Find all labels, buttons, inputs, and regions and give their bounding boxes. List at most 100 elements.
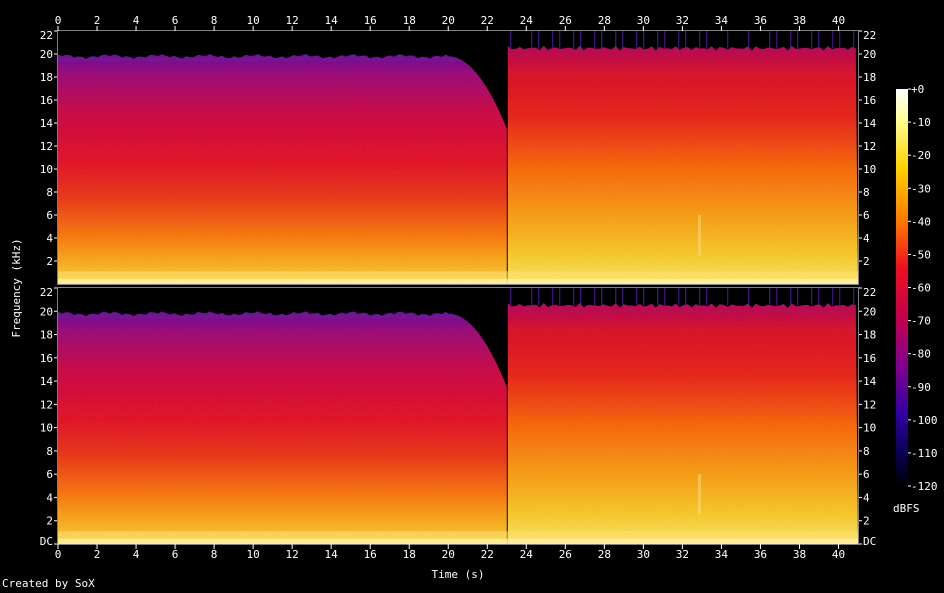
x-tick-label-top: 0 [55, 14, 62, 27]
y-tick-label-right: 8 [863, 186, 870, 199]
y-tick-label-right: 10 [863, 422, 876, 435]
channel-1-dc-band [58, 278, 858, 284]
footer-credit: Created by SoX [2, 577, 95, 590]
x-tick-label-bottom: 22 [481, 548, 494, 561]
y-tick-label-left: 16 [40, 94, 53, 107]
y-tick-label-left: 18 [40, 329, 53, 342]
y-tick-label-left: 6 [46, 468, 53, 481]
y-tick-label-left: 14 [40, 375, 54, 388]
x-tick-label-top: 8 [211, 14, 218, 27]
x-tick-label-bottom: 2 [94, 548, 101, 561]
channel-1-segment-b [507, 45, 858, 284]
x-tick-label-top: 12 [286, 14, 299, 27]
y-tick-label-right: 16 [863, 352, 876, 365]
y-tick-label-left: 8 [46, 186, 53, 199]
y-tick-label-right: 12 [863, 398, 876, 411]
x-tick-label-top: 38 [793, 14, 806, 27]
y-tick-label-left: 2 [46, 255, 53, 268]
y-tick-label-right: 18 [863, 329, 876, 342]
y-tick-label-left: 10 [40, 422, 53, 435]
x-tick-label-bottom: 0 [55, 548, 62, 561]
y-tick-label-left: 20 [40, 305, 53, 318]
y-tick-label-left: 22 [40, 29, 53, 42]
x-tick-label-top: 36 [754, 14, 767, 27]
y-tick-label-right: 4 [863, 232, 870, 245]
x-tick-label-bottom: 6 [172, 548, 179, 561]
y-tick-label-left: 12 [40, 398, 53, 411]
colorbar-tick-label: +0 [911, 83, 924, 96]
y-tick-label-left: 8 [46, 445, 53, 458]
x-tick-label-bottom: 28 [598, 548, 611, 561]
colorbar-tick-label: -70 [911, 315, 931, 328]
y-tick-label-left: 4 [46, 232, 53, 245]
x-tick-label-bottom: 8 [211, 548, 218, 561]
y-tick-label-left: 6 [46, 209, 53, 222]
colorbar-tick-label: -40 [911, 215, 931, 228]
x-tick-label-bottom: 4 [133, 548, 140, 561]
y-tick-label-left: 22 [40, 286, 53, 299]
x-tick-label-top: 24 [520, 14, 534, 27]
y-tick-label-right: 8 [863, 445, 870, 458]
colorbar-tick-label: -10 [911, 116, 931, 129]
y-tick-label-right: 20 [863, 305, 876, 318]
y-tick-label-left: 2 [46, 515, 53, 528]
colorbar-label: dBFS [893, 502, 920, 515]
channel-2-dc-band [58, 538, 858, 544]
x-tick-label-bottom: 40 [832, 548, 845, 561]
y-tick-label-right: DC [863, 535, 876, 548]
y-tick-label-left: 20 [40, 48, 53, 61]
x-tick-label-top: 34 [715, 14, 729, 27]
x-tick-label-bottom: 38 [793, 548, 806, 561]
y-tick-label-right: 22 [863, 286, 876, 299]
colorbar-tick-label: -110 [911, 447, 938, 460]
colorbar-tick-label: -100 [911, 414, 938, 427]
colorbar [896, 89, 908, 486]
y-tick-label-right: 10 [863, 163, 876, 176]
colorbar-tick-label: -30 [911, 182, 931, 195]
y-tick-label-right: 16 [863, 94, 876, 107]
x-tick-label-top: 20 [442, 14, 455, 27]
x-tick-label-top: 4 [133, 14, 140, 27]
x-tick-label-top: 22 [481, 14, 494, 27]
spectrogram-chart: 2 24 46 68 810 1012 1214 1416 1618 1820 2022 22DC DC… [10, 14, 938, 581]
x-tick-label-top: 6 [172, 14, 179, 27]
colorbar-tick-label: -120 [911, 480, 938, 493]
y-tick-label-left: 10 [40, 163, 53, 176]
channel-2-segment-b [507, 302, 858, 544]
y-tick-label-left: 18 [40, 71, 53, 84]
channel-1-segment-a [58, 53, 507, 284]
y-tick-label-right: 14 [863, 117, 877, 130]
y-tick-label-left: 16 [40, 352, 53, 365]
y-tick-label-right: 4 [863, 491, 870, 504]
x-tick-label-bottom: 26 [559, 548, 572, 561]
channel-2-panel [58, 288, 858, 544]
y-axis-label: Frequency (kHz) [10, 238, 23, 337]
y-tick-label-right: 6 [863, 468, 870, 481]
y-tick-label-left: DC [40, 535, 53, 548]
x-tick-label-top: 28 [598, 14, 611, 27]
x-tick-label-bottom: 10 [246, 548, 259, 561]
colorbar-tick-label: -60 [911, 282, 931, 295]
y-tick-label-right: 6 [863, 209, 870, 222]
x-tick-label-bottom: 20 [442, 548, 455, 561]
y-tick-label-right: 14 [863, 375, 877, 388]
y-tick-label-right: 2 [863, 515, 870, 528]
y-tick-label-right: 2 [863, 255, 870, 268]
x-tick-label-top: 30 [637, 14, 650, 27]
x-axis-label: Time (s) [432, 568, 485, 581]
channel-1-transient [698, 215, 701, 256]
colorbar-tick-label: -20 [911, 149, 931, 162]
y-tick-label-left: 14 [40, 117, 54, 130]
y-tick-label-right: 22 [863, 29, 876, 42]
colorbar-tick-label: -80 [911, 348, 931, 361]
y-tick-label-right: 20 [863, 48, 876, 61]
channel-2-segment-a [58, 311, 507, 544]
x-tick-label-top: 14 [325, 14, 339, 27]
y-tick-label-right: 12 [863, 140, 876, 153]
y-tick-label-left: 4 [46, 491, 53, 504]
x-tick-label-top: 2 [94, 14, 101, 27]
x-tick-label-top: 26 [559, 14, 572, 27]
x-tick-label-bottom: 12 [286, 548, 299, 561]
x-tick-label-bottom: 18 [403, 548, 416, 561]
x-tick-label-bottom: 16 [364, 548, 377, 561]
